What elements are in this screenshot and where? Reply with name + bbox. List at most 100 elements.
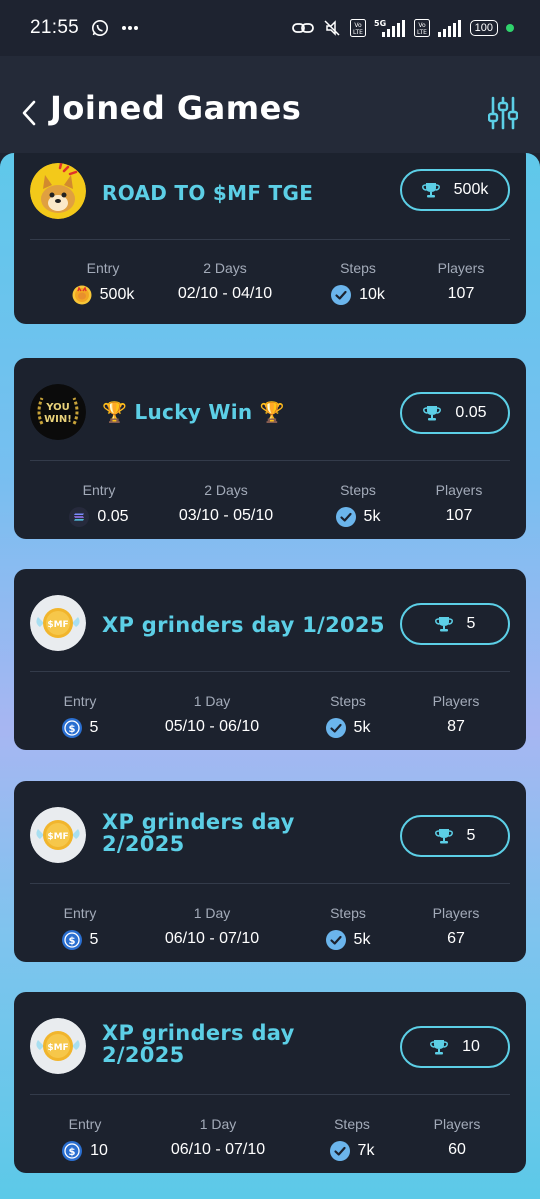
solana-icon	[69, 507, 90, 527]
entry-value: 5	[89, 719, 99, 736]
status-bar: 21:55 Vo LTE 5G Vo LTE 100	[0, 0, 540, 56]
game-stats: Entry 500k 2 Days 02/10 - 04/10 Steps 10…	[14, 260, 526, 320]
game-card[interactable]: $MF XP grinders day 2/2025 5 Entry $ 5 1…	[14, 781, 526, 962]
signal-icon	[437, 20, 461, 37]
prize-button[interactable]: 500k	[400, 169, 510, 211]
steps-label: Steps	[330, 905, 366, 921]
trophy-icon	[421, 183, 440, 198]
status-time: 21:55	[30, 17, 80, 38]
stat-entry-value: $ 5	[50, 718, 110, 738]
players-text: 60	[448, 1141, 466, 1158]
stat-steps: Steps 5k	[310, 905, 386, 950]
whatsapp-icon	[92, 20, 109, 36]
steps-text: 5k	[363, 508, 381, 525]
avatar-coin-text: $MF	[47, 832, 68, 842]
steps-label: Steps	[334, 1116, 370, 1132]
back-button[interactable]	[18, 98, 40, 128]
stat-players: Players 67	[421, 905, 491, 948]
dates-value: 06/10 - 07/10	[162, 1141, 274, 1159]
mute-icon	[324, 20, 340, 36]
steps-text: 7k	[357, 1142, 375, 1159]
divider	[30, 883, 510, 884]
trophy-icon	[434, 829, 453, 844]
volte-icon-2: Vo LTE	[413, 19, 430, 37]
chevron-left-icon	[22, 100, 36, 126]
dates-text: 06/10 - 07/10	[164, 930, 260, 947]
entry-value: 0.05	[97, 508, 129, 525]
svg-text:$: $	[69, 1147, 76, 1158]
filter-button[interactable]	[487, 96, 519, 130]
game-stats: Entry $ 5 1 Day 05/10 - 06/10 Steps 5k P…	[14, 693, 526, 753]
you-win-avatar: YOU WIN!	[30, 384, 86, 440]
duration-label: 1 Day	[193, 693, 231, 709]
smf-coin-avatar: $MF	[30, 595, 86, 651]
stat-entry-value: 0.05	[54, 507, 144, 527]
players-label: Players	[437, 260, 485, 276]
sliders-icon	[487, 96, 519, 130]
divider	[30, 460, 510, 461]
dates-text: 03/10 - 05/10	[178, 507, 274, 524]
signal-5g-icon: 5G	[374, 19, 405, 37]
prize-button[interactable]: 0.05	[400, 392, 510, 434]
prize-value: 5	[466, 615, 476, 632]
stat-entry: Entry $ 5	[50, 693, 110, 738]
smf-coin-avatar: $MF	[30, 807, 86, 863]
players-value: 107	[426, 285, 496, 303]
game-stats: Entry $ 5 1 Day 06/10 - 07/10 Steps 5k P…	[14, 905, 526, 965]
game-title: XP grinders day 2/2025	[102, 1021, 295, 1067]
prize-button[interactable]: 10	[400, 1026, 510, 1068]
stat-steps: Steps 5k	[310, 693, 386, 738]
privacy-dot	[506, 24, 514, 32]
check-badge-icon	[325, 718, 346, 738]
game-title: ROAD TO $MF TGE	[102, 181, 314, 205]
trophy-icon	[430, 1040, 449, 1055]
prize-value: 10	[462, 1038, 480, 1055]
duration-label: 2 Days	[204, 482, 248, 498]
check-badge-icon	[329, 1141, 350, 1161]
dollar-coin-icon: $	[61, 718, 82, 738]
stat-duration: 2 Days 02/10 - 04/10	[169, 260, 281, 303]
game-stats: Entry $ 10 1 Day 06/10 - 07/10 Steps 7k …	[14, 1116, 526, 1176]
stat-duration: 1 Day 05/10 - 06/10	[156, 693, 268, 736]
duration-label: 1 Day	[193, 905, 231, 921]
stat-steps: Steps 7k	[314, 1116, 390, 1161]
volte-icon: Vo LTE	[349, 19, 366, 37]
players-label: Players	[432, 905, 480, 921]
stat-entry-label: Entry	[86, 260, 120, 276]
game-title: XP grinders day 2/2025	[102, 810, 295, 856]
steps-text: 5k	[353, 719, 371, 736]
players-value: 87	[421, 718, 491, 736]
steps-label: Steps	[340, 482, 376, 498]
dates-value: 05/10 - 06/10	[156, 718, 268, 736]
svg-text:Vo: Vo	[354, 22, 362, 29]
players-value: 67	[421, 930, 491, 948]
game-card[interactable]: ROAD TO $MF TGE 500k Entry 500k 2 Days 0…	[14, 153, 526, 324]
doge-avatar	[30, 163, 86, 219]
steps-label: Steps	[340, 260, 376, 276]
prize-value: 0.05	[455, 404, 487, 421]
prize-button[interactable]: 5	[400, 603, 510, 645]
avatar-win-text: WIN!	[44, 414, 72, 425]
avatar-coin-text: $MF	[47, 620, 68, 630]
players-value: 107	[424, 507, 494, 525]
game-card[interactable]: $MF XP grinders day 1/2025 5 Entry $ 5 1…	[14, 569, 526, 750]
steps-value: 10k	[319, 285, 397, 305]
game-card[interactable]: YOU WIN! 🏆 Lucky Win 🏆 0.05 Entry 0.05 2…	[14, 358, 526, 539]
stat-entry-value: $ 10	[50, 1141, 120, 1161]
coin-icon	[72, 285, 92, 305]
dates-value: 03/10 - 05/10	[170, 507, 282, 525]
game-stats: Entry 0.05 2 Days 03/10 - 05/10 Steps 5k…	[14, 482, 526, 542]
prize-value: 500k	[453, 181, 489, 198]
dollar-coin-icon: $	[61, 930, 82, 950]
divider	[30, 239, 510, 240]
stat-duration: 1 Day 06/10 - 07/10	[156, 905, 268, 948]
stat-entry-label: Entry	[63, 905, 97, 921]
stat-players: Players 87	[421, 693, 491, 736]
players-text: 87	[447, 718, 465, 735]
prize-button[interactable]: 5	[400, 815, 510, 857]
players-value: 60	[422, 1141, 492, 1159]
game-card[interactable]: $MF XP grinders day 2/2025 10 Entry $ 10…	[14, 992, 526, 1173]
dates-text: 02/10 - 04/10	[177, 285, 273, 302]
steps-value: 7k	[314, 1141, 390, 1161]
steps-value: 5k	[310, 718, 386, 738]
